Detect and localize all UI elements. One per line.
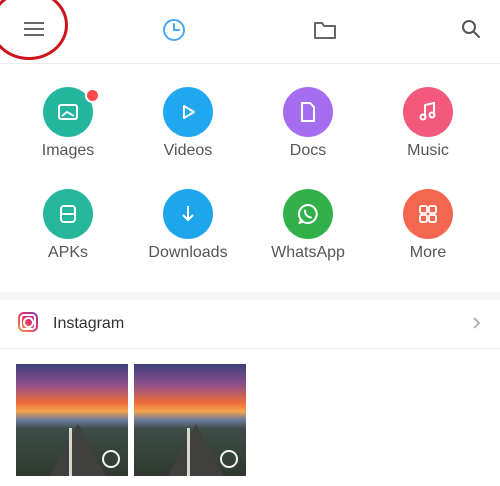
top-bar — [0, 0, 500, 62]
menu-button[interactable] — [0, 0, 68, 60]
category-grid: Images Videos Docs Music APKs Downloads … — [0, 64, 500, 294]
select-circle-icon[interactable] — [102, 450, 120, 468]
tab-files[interactable] — [309, 14, 341, 46]
chevron-right-icon — [473, 317, 481, 329]
music-note-icon — [419, 101, 436, 121]
whatsapp-icon — [297, 203, 318, 224]
instagram-divider — [0, 348, 500, 349]
section-divider — [0, 292, 500, 300]
road-shape — [168, 424, 224, 476]
category-videos-circle — [163, 87, 213, 137]
category-label: Videos — [163, 142, 213, 159]
highlight-circle — [0, 0, 68, 60]
document-icon — [301, 102, 315, 122]
category-label: WhatsApp — [271, 244, 345, 261]
category-whatsapp[interactable]: WhatsApp — [248, 166, 368, 266]
select-circle-icon[interactable] — [220, 450, 238, 468]
search-icon — [462, 20, 480, 38]
road-line — [69, 428, 72, 476]
new-badge — [85, 88, 100, 103]
category-whatsapp-circle — [283, 189, 333, 239]
category-apks-circle — [43, 189, 93, 239]
tab-recent[interactable] — [158, 14, 190, 46]
play-icon — [183, 105, 195, 119]
grid-more-icon — [419, 205, 437, 223]
category-label: Downloads — [148, 244, 228, 261]
category-more-circle — [403, 189, 453, 239]
category-more[interactable]: More — [368, 166, 488, 266]
image-thumbnail[interactable] — [134, 364, 246, 476]
category-docs[interactable]: Docs — [248, 64, 368, 164]
instagram-title: Instagram — [53, 315, 125, 332]
category-downloads[interactable]: Downloads — [128, 166, 248, 266]
apk-icon — [60, 205, 76, 223]
category-docs-circle — [283, 87, 333, 137]
category-label: APKs — [47, 244, 88, 261]
category-downloads-circle — [163, 189, 213, 239]
instagram-icon — [18, 312, 38, 332]
folder-icon — [314, 22, 336, 39]
category-label: Images — [41, 142, 95, 159]
road-line — [187, 428, 190, 476]
category-label: Music — [407, 142, 449, 159]
category-label: More — [409, 244, 447, 261]
search-button[interactable] — [456, 14, 486, 44]
instagram-section-header[interactable]: Instagram — [0, 300, 500, 348]
image-icon — [58, 104, 78, 120]
category-images[interactable]: Images — [8, 64, 128, 164]
category-apks[interactable]: APKs — [8, 166, 128, 266]
category-videos[interactable]: Videos — [128, 64, 248, 164]
road-shape — [50, 424, 106, 476]
category-music-circle — [403, 87, 453, 137]
category-music[interactable]: Music — [368, 64, 488, 164]
category-label: Docs — [289, 142, 327, 159]
download-icon — [182, 206, 194, 221]
clock-icon — [163, 19, 185, 41]
image-thumbnail[interactable] — [16, 364, 128, 476]
